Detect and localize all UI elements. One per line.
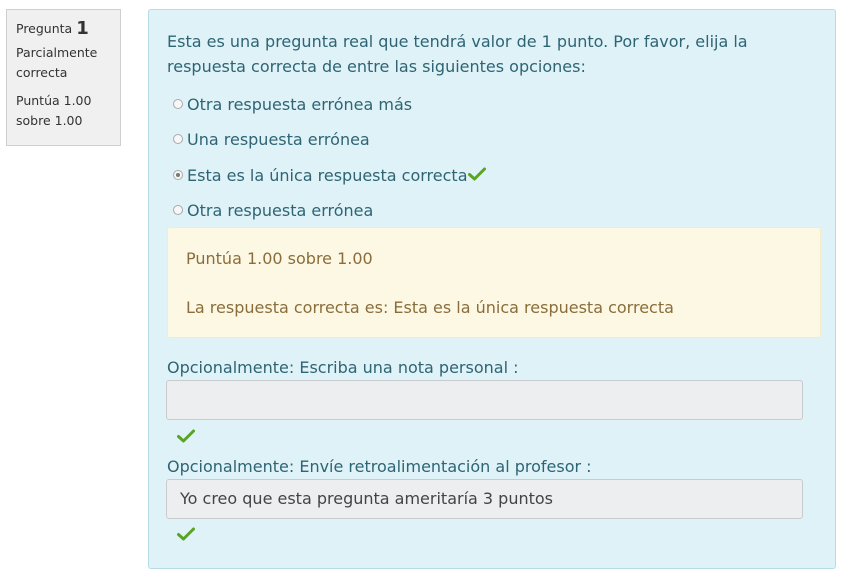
- feedback-grade: Puntúa 1.00 sobre 1.00: [186, 249, 373, 268]
- answer-option-label[interactable]: Una respuesta errónea: [187, 130, 370, 149]
- question-label: Pregunta: [16, 21, 73, 36]
- radio-button[interactable]: [173, 205, 183, 215]
- answer-option[interactable]: Una respuesta errónea: [173, 128, 370, 150]
- answer-option[interactable]: Otra respuesta errónea: [173, 199, 373, 221]
- answer-option-selected[interactable]: Esta es la única respuesta correcta: [173, 164, 486, 186]
- question-number: 1: [76, 18, 89, 39]
- question-info-panel: Pregunta 1 Parcialmente correcta Puntúa …: [6, 9, 121, 146]
- personal-note-input[interactable]: [166, 380, 803, 420]
- answer-option[interactable]: Otra respuesta errónea más: [173, 93, 412, 115]
- question-text: Esta es una pregunta real que tendrá val…: [167, 32, 748, 76]
- teacher-feedback-input[interactable]: Yo creo que esta pregunta ameritaría 3 p…: [166, 479, 803, 519]
- teacher-feedback-check-icon: [177, 526, 195, 545]
- feedback-right-answer: La respuesta correcta es: Esta es la úni…: [186, 298, 674, 317]
- answer-option-label[interactable]: Otra respuesta errónea más: [187, 95, 412, 114]
- radio-button[interactable]: [173, 134, 183, 144]
- question-state: Parcialmente correcta: [16, 45, 98, 80]
- personal-note-check-icon: [177, 428, 195, 447]
- correct-check-icon: [467, 166, 486, 185]
- feedback-box: Puntúa 1.00 sobre 1.00 La respuesta corr…: [167, 227, 821, 338]
- radio-button[interactable]: [173, 99, 183, 109]
- answer-option-label[interactable]: Otra respuesta errónea: [187, 201, 373, 220]
- personal-note-label: Opcionalmente: Escriba una nota personal…: [167, 358, 519, 377]
- question-content: Esta es una pregunta real que tendrá val…: [148, 9, 836, 569]
- answer-option-label[interactable]: Esta es la única respuesta correcta: [187, 166, 468, 185]
- question-grade: Puntúa 1.00 sobre 1.00: [16, 93, 92, 128]
- radio-button-checked[interactable]: [173, 170, 183, 180]
- teacher-feedback-label: Opcionalmente: Envíe retroalimentación a…: [167, 457, 592, 476]
